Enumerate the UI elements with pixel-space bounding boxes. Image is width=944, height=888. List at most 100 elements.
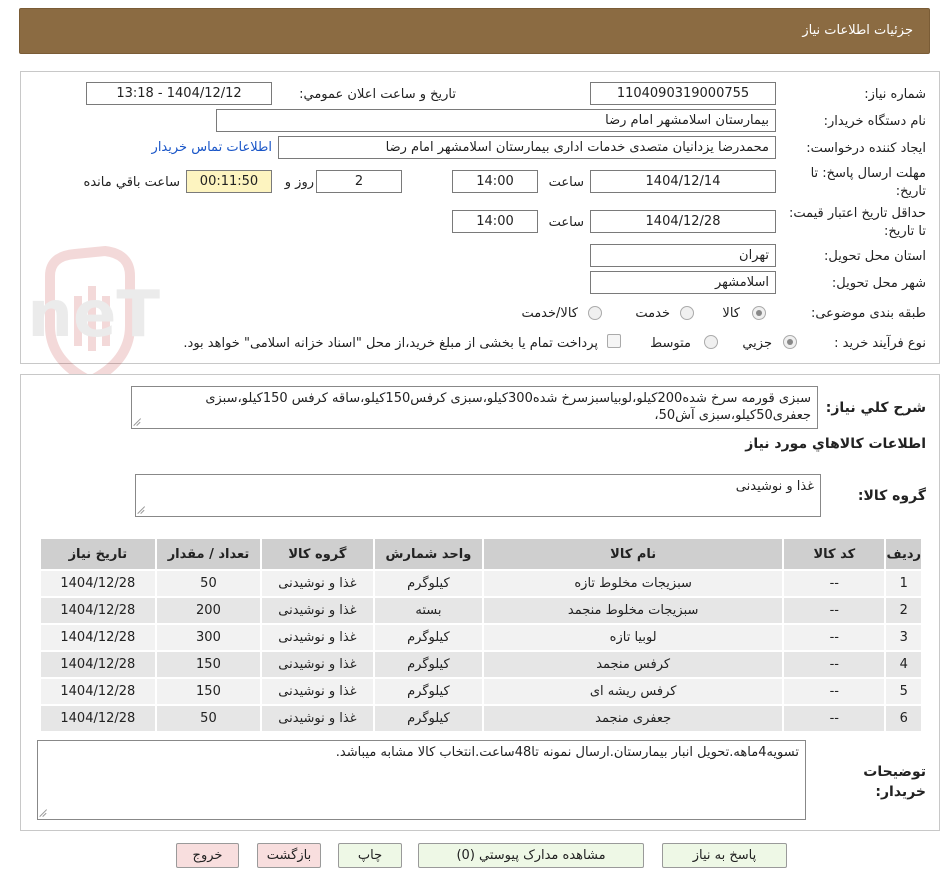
description-textarea[interactable]: سبزی قورمه سرخ شده200کیلو،لوبیاسبزسرخ شد… — [131, 386, 818, 429]
cell-unit: بسته — [372, 596, 485, 625]
cell-group: غذا و نوشیدنی — [260, 623, 375, 652]
announce-label: تاريخ و ساعت اعلان عمومي: — [299, 87, 456, 102]
cell-quantity: 300 — [154, 623, 263, 652]
goods-group-label: گروه کالا: — [857, 488, 926, 504]
resize-grip-icon[interactable] — [134, 418, 142, 426]
reply-to-need-button[interactable]: پاسخ به نياز — [662, 843, 787, 868]
items-table: رديف کد کالا نام کالا واحد شمارش گروه کا… — [39, 537, 923, 733]
validity-time-field: 14:00 — [452, 210, 538, 233]
process-option-medium: متوسط — [650, 336, 691, 351]
cell-row-number: 4 — [884, 650, 923, 679]
buyer-org-field: بیمارستان اسلامشهر امام رضا — [216, 109, 776, 132]
category-radio-goods-service[interactable] — [588, 306, 602, 320]
table-row: 4 -- کرفس منجمد کیلوگرم غذا و نوشیدنی 15… — [39, 650, 923, 679]
description-text: سبزی قورمه سرخ شده200کیلو،لوبیاسبزسرخ شد… — [205, 391, 811, 423]
table-header-row: رديف کد کالا نام کالا واحد شمارش گروه کا… — [39, 537, 923, 571]
page-header: جزئيات اطلاعات نياز — [19, 8, 930, 54]
cell-unit: کیلوگرم — [372, 569, 485, 598]
cell-need-date: 1404/12/28 — [39, 596, 157, 625]
view-attachments-button[interactable]: مشاهده مدارک پيوستي (0) — [418, 843, 644, 868]
description-label: شرح کلي نياز: — [825, 400, 926, 416]
days-field: 2 — [316, 170, 402, 193]
cell-need-date: 1404/12/28 — [39, 569, 157, 598]
validity-date-field: 1404/12/28 — [590, 210, 776, 233]
cell-code: -- — [782, 677, 887, 706]
cell-quantity: 150 — [154, 677, 263, 706]
remaining-label: ساعت باقي مانده — [83, 175, 180, 190]
print-button[interactable]: چاپ — [338, 843, 402, 868]
category-label: طبقه بندی موضوعی: — [810, 306, 926, 321]
announce-datetime-field: 1404/12/12 - 13:18 — [86, 82, 272, 105]
table-row: 3 -- لوبیا تازه کیلوگرم غذا و نوشیدنی 30… — [39, 623, 923, 652]
col-header-name: نام کالا — [482, 537, 785, 571]
cell-code: -- — [782, 596, 887, 625]
goods-group-text: غذا و نوشیدنی — [735, 479, 814, 494]
cell-group: غذا و نوشیدنی — [260, 677, 375, 706]
validity-time-label: ساعت — [548, 215, 584, 230]
cell-row-number: 1 — [884, 569, 923, 598]
cell-row-number: 2 — [884, 596, 923, 625]
cell-name: لوبیا تازه — [482, 623, 785, 652]
province-label: استان محل تحويل: — [824, 249, 926, 264]
cell-code: -- — [782, 623, 887, 652]
resize-grip-icon[interactable] — [138, 506, 146, 514]
city-field: اسلامشهر — [590, 271, 776, 294]
cell-unit: کیلوگرم — [372, 650, 485, 679]
category-option-service: خدمت — [635, 306, 670, 321]
deadline-time-field: 14:00 — [452, 170, 538, 193]
col-header-quantity: تعداد / مقدار — [154, 537, 263, 571]
category-radio-goods[interactable] — [752, 306, 766, 320]
col-header-need-date: تاريخ نياز — [39, 537, 157, 571]
cell-row-number: 3 — [884, 623, 923, 652]
cell-quantity: 50 — [154, 704, 263, 733]
cell-need-date: 1404/12/28 — [39, 650, 157, 679]
process-radio-medium[interactable] — [704, 335, 718, 349]
buyer-org-label: نام دستگاه خريدار: — [823, 114, 926, 129]
deadline-time-label: ساعت — [548, 175, 584, 190]
cell-row-number: 6 — [884, 704, 923, 733]
cell-name: جعفری منجمد — [482, 704, 785, 733]
cell-need-date: 1404/12/28 — [39, 677, 157, 706]
resize-grip-icon[interactable] — [40, 809, 48, 817]
category-radio-service[interactable] — [680, 306, 694, 320]
goods-section-title: اطلاعات کالاهاي مورد نياز — [745, 436, 926, 452]
table-row: 1 -- سبزیجات مخلوط تازه کیلوگرم غذا و نو… — [39, 569, 923, 598]
cell-name: کرفس منجمد — [482, 650, 785, 679]
cell-name: سبزیجات مخلوط منجمد — [482, 596, 785, 625]
treasury-payment-note: پرداخت تمام يا بخشی از مبلغ خريد،از محل … — [183, 336, 598, 351]
col-header-group: گروه کالا — [260, 537, 375, 571]
category-option-goods-service: کالا/خدمت — [521, 306, 578, 321]
deadline-label: مهلت ارسال پاسخ: تا تاريخ: — [810, 166, 926, 199]
col-header-code: کد کالا — [782, 537, 887, 571]
cell-name: سبزیجات مخلوط تازه — [482, 569, 785, 598]
col-header-unit: واحد شمارش — [372, 537, 485, 571]
back-button[interactable]: بازگشت — [257, 843, 321, 868]
buyer-notes-textarea[interactable]: تسویه4ماهه.تحویل انبار بیمارستان.ارسال ن… — [37, 740, 806, 820]
cell-unit: کیلوگرم — [372, 704, 485, 733]
countdown-field: 00:11:50 — [186, 170, 272, 193]
cell-group: غذا و نوشیدنی — [260, 596, 375, 625]
cell-row-number: 5 — [884, 677, 923, 706]
process-radio-minor[interactable] — [783, 335, 797, 349]
table-row: 2 -- سبزیجات مخلوط منجمد بسته غذا و نوشی… — [39, 596, 923, 625]
exit-button[interactable]: خروج — [176, 843, 239, 868]
cell-need-date: 1404/12/28 — [39, 704, 157, 733]
table-row: 6 -- جعفری منجمد کیلوگرم غذا و نوشیدنی 5… — [39, 704, 923, 733]
contact-info-link[interactable]: اطلاعات تماس خريدار — [152, 140, 272, 155]
cell-quantity: 150 — [154, 650, 263, 679]
cell-unit: کیلوگرم — [372, 623, 485, 652]
cell-quantity: 50 — [154, 569, 263, 598]
cell-quantity: 200 — [154, 596, 263, 625]
page-title: جزئيات اطلاعات نياز — [802, 23, 913, 38]
city-label: شهر محل تحويل: — [831, 276, 926, 291]
buyer-notes-text: تسویه4ماهه.تحویل انبار بیمارستان.ارسال ن… — [335, 745, 799, 760]
requester-field: محمدرضا یزدانیان متصدی خدمات اداری بیمار… — [278, 136, 776, 159]
deadline-date-field: 1404/12/14 — [590, 170, 776, 193]
table-row: 5 -- کرفس ریشه ای کیلوگرم غذا و نوشیدنی … — [39, 677, 923, 706]
buyer-notes-label: توضيحات خريدار: — [863, 764, 926, 800]
treasury-payment-checkbox[interactable] — [607, 334, 621, 348]
need-number-field: 1104090319000755 — [590, 82, 776, 105]
goods-group-textarea[interactable]: غذا و نوشیدنی — [135, 474, 821, 517]
cell-name: کرفس ریشه ای — [482, 677, 785, 706]
cell-code: -- — [782, 569, 887, 598]
